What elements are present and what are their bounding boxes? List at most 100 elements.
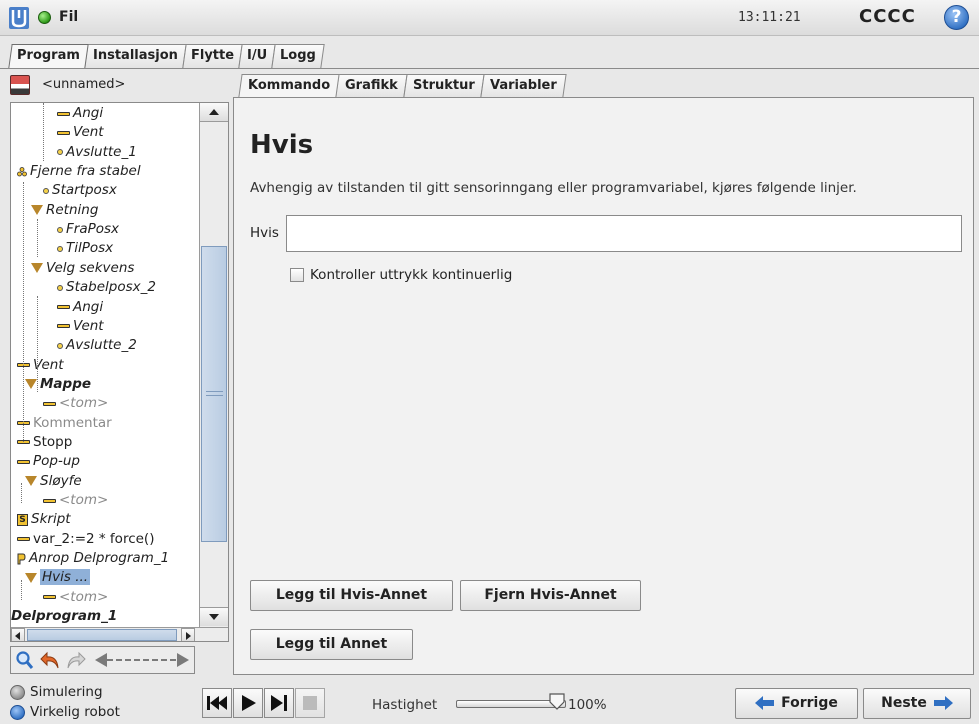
tab-installation[interactable]: Installasjon [84, 44, 187, 68]
tree-node[interactable]: Retning [31, 201, 98, 220]
scroll-left-button[interactable] [11, 628, 25, 641]
file-menu[interactable]: Fil [59, 9, 78, 25]
tree-node[interactable]: S Skript [17, 510, 71, 529]
speed-slider-thumb[interactable] [548, 692, 566, 710]
tree-node[interactable]: Pop-up [17, 452, 80, 471]
tree-toolbar [10, 646, 195, 674]
tree-node[interactable]: Stopp [17, 433, 72, 452]
page-description: Avhengig av tilstanden til gitt sensorin… [250, 180, 857, 196]
main-tabs: Program Installasjon Flytte I/U Logg [8, 44, 325, 68]
tab-divider [0, 68, 979, 69]
tree-node[interactable]: <tom> [43, 491, 108, 510]
tree-vertical-scrollbar[interactable] [199, 103, 228, 627]
sub-tabs: Kommando Grafikk Struktur Variabler [238, 74, 567, 97]
remove-else-if-button[interactable]: Fjern Hvis-Annet [460, 580, 641, 611]
tree-node[interactable]: Vent [57, 123, 104, 142]
mode-simulation-label: Simulering [30, 684, 103, 700]
chevron-left-icon [15, 632, 20, 640]
chevron-up-icon [209, 109, 219, 115]
tree-node-label: Stopp [33, 433, 73, 450]
add-else-button[interactable]: Legg til Annet [250, 629, 413, 660]
scroll-right-button[interactable] [181, 628, 195, 641]
tree-node-label: Avslutte_1 [66, 143, 137, 160]
tree-node[interactable]: FraPosx [57, 220, 119, 239]
tree-horizontal-scrollbar[interactable] [11, 627, 228, 641]
help-button[interactable]: ? [944, 5, 969, 30]
tree-node[interactable]: var_2:=2 * force() [17, 530, 154, 549]
tree-node[interactable]: Mappe [25, 375, 91, 394]
add-else-if-button[interactable]: Legg til Hvis-Annet [250, 580, 453, 611]
tree-node-label: Startposx [52, 182, 117, 199]
search-icon[interactable] [15, 650, 35, 671]
redo-icon[interactable] [65, 650, 87, 671]
tree-node-label: TilPosx [66, 240, 114, 257]
mode-real-robot[interactable]: Virkelig robot [10, 704, 120, 720]
play-button[interactable] [233, 688, 263, 718]
tree-node-label: Fjerne fra stabel [30, 163, 141, 180]
dot-icon [43, 187, 49, 194]
bottom-bar: Simulering Virkelig robot Hastighet 100%… [0, 680, 979, 724]
speed-value: 100% [568, 697, 607, 713]
scroll-up-button[interactable] [200, 103, 228, 122]
if-expression-input[interactable] [286, 215, 962, 252]
robot-name: CCCC [859, 6, 916, 27]
bar-icon [57, 324, 70, 329]
tree-node[interactable]: Avslutte_2 [57, 336, 137, 355]
universal-robots-logo-icon [9, 7, 29, 29]
if-expression-label: Hvis [250, 225, 279, 241]
next-button[interactable]: Neste [863, 688, 971, 719]
tab-log[interactable]: Logg [271, 44, 325, 68]
tree-node[interactable]: Avslutte_1 [57, 143, 137, 162]
undo-icon[interactable] [39, 650, 61, 671]
tree-node[interactable]: Sløyfe [25, 472, 82, 491]
tree-node[interactable]: Stabelposx_2 [57, 278, 156, 297]
save-disk-icon[interactable] [10, 75, 30, 95]
move-arrows-icon[interactable] [93, 650, 191, 671]
real-robot-radio-icon[interactable] [10, 704, 25, 720]
tree-node[interactable]: <tom> [43, 588, 108, 607]
tab-structure[interactable]: Struktur [403, 74, 485, 97]
tab-variables[interactable]: Variabler [480, 74, 567, 97]
tab-move[interactable]: Flytte [182, 44, 243, 68]
tree-node-label: <tom> [59, 395, 109, 412]
tab-graphics[interactable]: Grafikk [335, 74, 408, 97]
tree-node[interactable]: <tom> [43, 394, 108, 413]
tree-guide-line [43, 103, 44, 161]
tree-node[interactable]: Delprogram_1 [11, 607, 117, 626]
tree-node-label: <tom> [59, 588, 109, 605]
tree-node[interactable]: Velg sekvens [31, 259, 134, 278]
continuous-check-checkbox[interactable] [290, 268, 304, 282]
tab-command[interactable]: Kommando [238, 74, 340, 97]
tree-node-label: Velg sekvens [46, 259, 135, 276]
tree-node[interactable]: Hvis ... [25, 568, 91, 587]
tree-node[interactable]: Kommentar [17, 414, 112, 433]
mode-simulation[interactable]: Simulering [10, 684, 103, 700]
tree-node[interactable]: Startposx [43, 181, 117, 200]
tree-node-label: Stabelposx_2 [66, 279, 156, 296]
rewind-button[interactable] [202, 688, 232, 718]
tree-node[interactable]: TilPosx [57, 239, 113, 258]
tab-io[interactable]: I/U [238, 44, 276, 68]
previous-button[interactable]: Forrige [735, 688, 858, 719]
tree-node-label: Angi [73, 105, 104, 121]
horizontal-scroll-thumb[interactable] [27, 629, 177, 641]
tree-node[interactable]: Angi [57, 104, 103, 123]
stop-button[interactable] [295, 688, 325, 718]
chevron-right-icon [186, 632, 191, 640]
program-header: <unnamed> [10, 74, 226, 98]
tree-node-label: FraPosx [66, 221, 120, 238]
tree-node-label: var_2:=2 * force() [33, 530, 155, 547]
tree-node-label: Kommentar [33, 414, 112, 431]
tree-node[interactable]: Fjerne fra stabel [17, 162, 141, 181]
tree-node[interactable]: Vent [57, 317, 104, 336]
tree-node[interactable]: Angi [57, 298, 103, 317]
tree-node[interactable]: Anrop Delprogram_1 [17, 549, 169, 568]
step-button[interactable] [264, 688, 294, 718]
simulation-radio-icon[interactable] [10, 684, 25, 700]
bar-icon [43, 498, 56, 503]
scroll-down-button[interactable] [200, 607, 228, 626]
bar-icon [57, 305, 70, 309]
tab-program[interactable]: Program [8, 44, 89, 68]
scroll-thumb[interactable] [201, 246, 227, 542]
tree-node-label: Hvis ... [40, 569, 91, 586]
